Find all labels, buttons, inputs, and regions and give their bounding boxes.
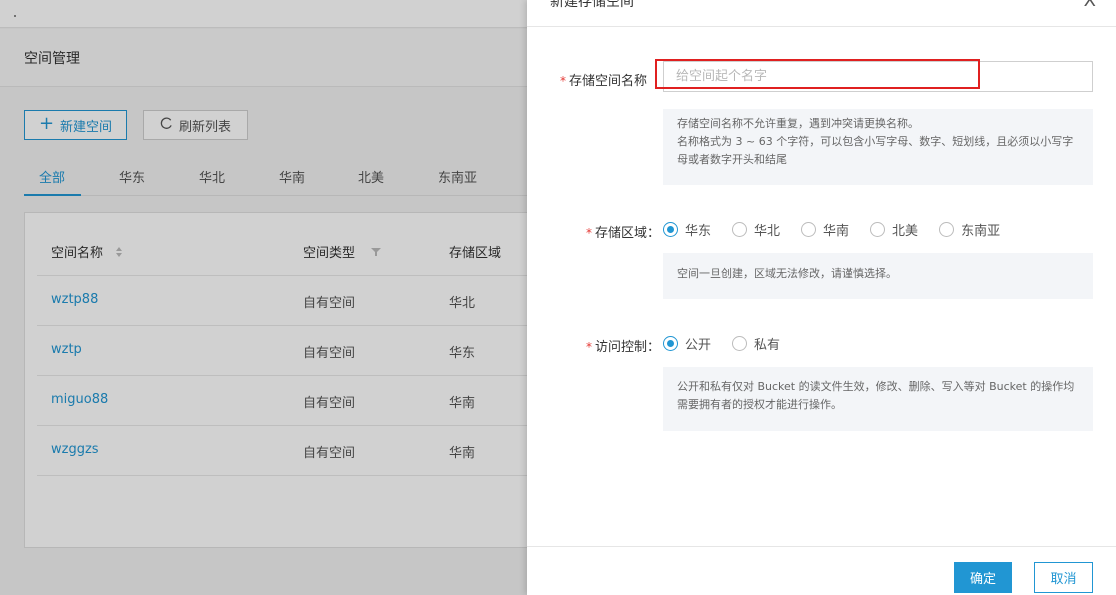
required-icon: * bbox=[586, 226, 592, 240]
cancel-button[interactable]: 取消 bbox=[1034, 562, 1093, 593]
radio-unchecked-icon bbox=[870, 222, 886, 237]
radio-southeast-asia[interactable]: 东南亚 bbox=[939, 220, 1000, 239]
hint-line: 存储空间名称不允许重复，遇到冲突请更换名称。 bbox=[677, 117, 919, 130]
access-radio-group: 公开 私有 bbox=[663, 334, 801, 353]
radio-checked-icon bbox=[663, 222, 678, 237]
drawer-header: 新建存储空间 X bbox=[527, 0, 1116, 27]
radio-label: 私有 bbox=[754, 338, 781, 353]
radio-label: 华北 bbox=[754, 224, 781, 239]
create-bucket-drawer: 新建存储空间 X *存储空间名称 存储空间名称不允许重复，遇到冲突请更换名称。 … bbox=[527, 0, 1116, 595]
region-label: * 存储区域： bbox=[586, 222, 660, 241]
access-control-label-text: 访问控制： bbox=[595, 340, 661, 355]
radio-unchecked-icon bbox=[732, 222, 748, 237]
radio-checked-icon bbox=[663, 336, 678, 351]
bucket-name-input[interactable] bbox=[663, 61, 1093, 92]
modal-overlay[interactable] bbox=[0, 0, 527, 595]
region-label-text: 存储区域： bbox=[595, 226, 661, 241]
radio-public[interactable]: 公开 bbox=[663, 334, 711, 353]
region-radio-group: 华东 华北 华南 北美 东南亚 bbox=[663, 220, 1021, 239]
radio-south-china[interactable]: 华南 bbox=[801, 220, 849, 239]
radio-unchecked-icon bbox=[801, 222, 817, 237]
access-control-label: * 访问控制： bbox=[586, 336, 660, 355]
access-control-hint: 公开和私有仅对 Bucket 的读文件生效，修改、删除、写入等对 Bucket … bbox=[663, 367, 1093, 431]
radio-unchecked-icon bbox=[732, 336, 748, 351]
confirm-button[interactable]: 确定 bbox=[954, 562, 1012, 593]
radio-north-china[interactable]: 华北 bbox=[732, 220, 780, 239]
radio-label: 北美 bbox=[892, 224, 919, 239]
bucket-name-label-text: 存储空间名称 bbox=[569, 74, 648, 89]
radio-private[interactable]: 私有 bbox=[732, 334, 780, 353]
drawer-title: 新建存储空间 bbox=[550, 0, 634, 10]
radio-label: 公开 bbox=[685, 338, 712, 353]
radio-unchecked-icon bbox=[939, 222, 955, 237]
radio-east-china[interactable]: 华东 bbox=[663, 220, 711, 239]
required-icon: * bbox=[560, 74, 566, 88]
radio-label: 东南亚 bbox=[961, 224, 1001, 239]
radio-label: 华南 bbox=[823, 224, 850, 239]
close-icon[interactable]: X bbox=[1084, 0, 1096, 11]
required-icon: * bbox=[586, 340, 592, 354]
hint-line: 名称格式为 3 ~ 63 个字符，可以包含小写字母、数字、短划线，且必须以小写字… bbox=[677, 135, 1074, 166]
bucket-name-hint: 存储空间名称不允许重复，遇到冲突请更换名称。 名称格式为 3 ~ 63 个字符，… bbox=[663, 109, 1093, 185]
radio-label: 华东 bbox=[685, 224, 712, 239]
bucket-name-label: * 存储空间名称 bbox=[560, 70, 647, 89]
radio-north-america[interactable]: 北美 bbox=[870, 220, 918, 239]
region-hint: 空间一旦创建，区域无法修改，请谨慎选择。 bbox=[663, 253, 1093, 299]
drawer-footer: 确定 取消 bbox=[527, 546, 1116, 595]
